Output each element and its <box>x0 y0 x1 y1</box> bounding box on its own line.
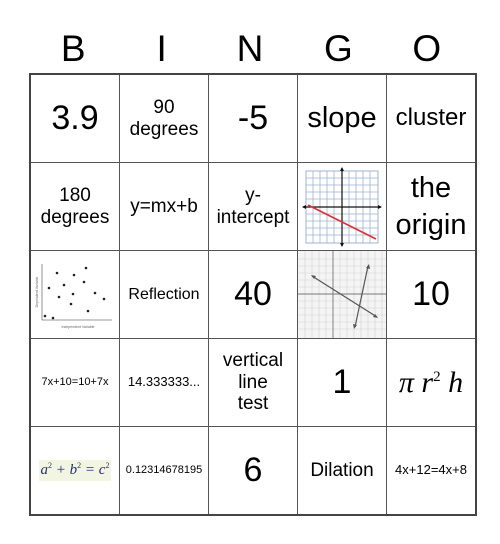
cell-text-line: 180 <box>59 184 91 206</box>
bingo-cell[interactable]: 90 degrees <box>119 73 209 163</box>
cell-text: slope <box>307 102 377 135</box>
cell-text: y=mx+b <box>130 195 198 217</box>
header-letter-n: N <box>236 28 264 69</box>
formula-exponent: 2 <box>77 461 82 471</box>
header-letter-o: O <box>412 28 442 69</box>
board-row: 3.9 90 degrees -5 slope cluster <box>29 73 477 163</box>
cell-text: 14.333333... <box>127 374 201 390</box>
cell-text: 6 <box>243 450 263 489</box>
cell-text-line: intercept <box>216 206 290 228</box>
bingo-cell[interactable]: Reflection <box>119 250 209 339</box>
scatter-ylabel: Dependent Variable <box>35 276 39 307</box>
formula-exponent: 2 <box>105 461 110 471</box>
cell-text-line: test <box>237 393 269 415</box>
header-letter-b: B <box>60 28 86 69</box>
cell-text-line: origin <box>395 208 467 241</box>
bingo-cell[interactable]: Dilation <box>297 426 387 516</box>
formula-r: r <box>421 366 434 399</box>
cell-text: 4x+12=4x+8 <box>395 462 467 478</box>
formula-plus: + <box>55 462 66 479</box>
pythagorean-formula: a2 + b2 = c2 <box>38 460 112 481</box>
bingo-cell[interactable]: y-intercept <box>208 162 298 251</box>
board-row: 7x+10=10+7x 14.333333... vertical line tes… <box>29 338 477 427</box>
cell-text-line: vertical <box>222 349 284 371</box>
cell-text: cluster <box>395 104 467 132</box>
bingo-cell[interactable]: cluster <box>386 73 477 163</box>
header-letter-g: G <box>323 28 353 69</box>
cell-text: 10 <box>412 274 450 313</box>
bingo-cell[interactable]: -5 <box>208 73 298 163</box>
bingo-cell[interactable]: 6 <box>208 426 298 516</box>
formula-a: a <box>40 462 49 479</box>
cell-text-line: y- <box>245 184 261 206</box>
bingo-cell[interactable]: slope <box>297 73 387 163</box>
cell-text: 0.12314678195 <box>125 464 203 477</box>
bingo-cell[interactable] <box>297 162 387 251</box>
scatter-plot-icon: Independent Variable Dependent Variable <box>35 263 112 329</box>
formula-h: h <box>448 366 464 399</box>
header-letter-i: I <box>156 28 167 69</box>
cell-text-line: degrees <box>129 118 199 140</box>
bingo-cell[interactable]: 14.333333... <box>119 338 209 427</box>
bingo-header: B I N G O <box>29 26 471 72</box>
cell-text: 40 <box>234 274 272 313</box>
cell-text: 7x+10=10+7x <box>41 376 109 389</box>
bingo-cell[interactable]: y=mx+b <box>119 162 209 251</box>
bingo-cell[interactable]: 0.12314678195 <box>119 426 209 516</box>
formula-exponent: 2 <box>48 461 53 471</box>
bingo-cell[interactable]: 10 <box>386 250 477 339</box>
bingo-cell[interactable]: π r2 h <box>386 338 477 427</box>
cell-text: 1 <box>332 362 352 401</box>
bingo-cell[interactable]: the origin <box>386 162 477 251</box>
bingo-cell[interactable]: 1 <box>297 338 387 427</box>
cell-text: Dilation <box>310 459 374 481</box>
bingo-cell[interactable]: 40 <box>208 250 298 339</box>
scatter-xlabel: Independent Variable <box>61 325 94 329</box>
board-row: Independent Variable Dependent Variable … <box>29 250 477 339</box>
cell-text-line: degrees <box>40 206 110 228</box>
bingo-cell[interactable]: vertical line test <box>208 338 298 427</box>
cell-text: Reflection <box>128 285 200 303</box>
cell-text: -5 <box>237 98 269 137</box>
cylinder-volume-formula: π r2 h <box>399 366 463 399</box>
bingo-board: 3.9 90 degrees -5 slope cluster 180 degree… <box>29 73 477 516</box>
cell-text-line: 90 <box>153 96 175 118</box>
bingo-cell[interactable]: 180 degrees <box>29 162 120 251</box>
formula-equals: = <box>84 462 96 479</box>
intersecting-lines-graph-icon <box>298 251 386 338</box>
cell-text-line: line <box>238 371 268 393</box>
bingo-cell[interactable]: 3.9 <box>29 73 120 163</box>
formula-exponent: 2 <box>433 369 441 385</box>
bingo-cell[interactable]: a2 + b2 = c2 <box>29 426 120 516</box>
bingo-cell[interactable]: 7x+10=10+7x <box>29 338 120 427</box>
bingo-cell[interactable]: Independent Variable Dependent Variable <box>29 250 120 339</box>
formula-pi: π <box>398 366 414 399</box>
cell-text: 3.9 <box>51 98 99 137</box>
bingo-cell[interactable] <box>297 250 387 339</box>
negative-slope-line-graph-icon <box>302 166 382 247</box>
cell-text-line: the <box>410 172 452 205</box>
board-row: 180 degrees y=mx+b y-intercept the origi… <box>29 162 477 251</box>
bingo-cell[interactable]: 4x+12=4x+8 <box>386 426 477 516</box>
board-row: a2 + b2 = c2 0.12314678195 6 Dilation 4x… <box>29 426 477 516</box>
